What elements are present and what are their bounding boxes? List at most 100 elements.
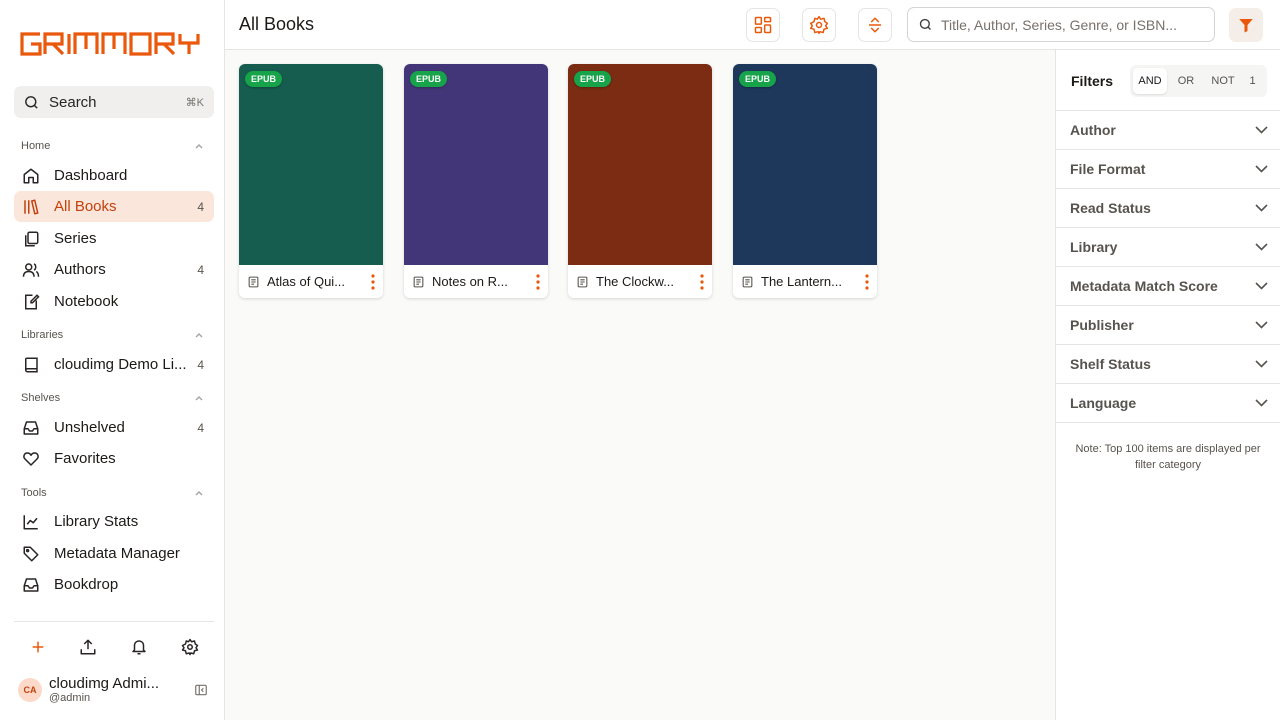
sidebar-item-authors[interactable]: Authors 4 xyxy=(14,254,214,285)
book-card[interactable]: EPUB Notes on R... xyxy=(404,64,548,298)
filter-mode-toggle: AND OR NOT 1 xyxy=(1130,65,1267,97)
filter-library[interactable]: Library xyxy=(1056,228,1280,267)
sidebar-item-unshelved[interactable]: Unshelved 4 xyxy=(14,412,214,443)
sidebar-item-count: 4 xyxy=(197,199,204,214)
more-options-icon[interactable] xyxy=(865,273,869,290)
chevron-down-icon xyxy=(1255,282,1268,290)
sidebar-item-label: Unshelved xyxy=(54,419,125,436)
sidebar-item-dashboard[interactable]: Dashboard xyxy=(14,160,214,191)
collapse-sidebar-icon[interactable] xyxy=(194,683,208,697)
book-cover[interactable]: EPUB xyxy=(568,64,712,265)
sidebar-item-label: Library Stats xyxy=(54,513,139,530)
book-card[interactable]: EPUB The Lantern... xyxy=(733,64,877,298)
filter-mode-and[interactable]: AND xyxy=(1133,68,1167,94)
filters-title: Filters xyxy=(1071,73,1114,89)
user-name: cloudimg Admi... xyxy=(49,675,160,692)
chevron-down-icon xyxy=(1255,126,1268,134)
format-badge: EPUB xyxy=(410,71,448,87)
notifications-button[interactable] xyxy=(127,637,151,657)
section-shelves[interactable]: Shelves xyxy=(21,391,203,405)
book-search-input[interactable] xyxy=(941,16,1201,33)
filters-note: Note: Top 100 items are displayed per fi… xyxy=(1075,443,1261,471)
filter-label: Library xyxy=(1070,239,1118,255)
sidebar-item-favorites[interactable]: Favorites xyxy=(14,443,214,474)
filters-header: Filters AND OR NOT 1 xyxy=(1056,65,1280,97)
topbar: All Books xyxy=(225,0,1280,50)
filter-label: Metadata Match Score xyxy=(1070,278,1218,294)
section-tools[interactable]: Tools xyxy=(21,486,203,500)
filter-mode-or[interactable]: OR xyxy=(1167,68,1205,94)
upload-button[interactable] xyxy=(76,637,100,657)
sidebar-item-bookdrop[interactable]: Bookdrop xyxy=(14,569,214,600)
sidebar-item-library-stats[interactable]: Library Stats xyxy=(14,506,214,537)
chevron-down-icon xyxy=(1255,204,1268,212)
section-home[interactable]: Home xyxy=(21,139,203,153)
settings-button[interactable] xyxy=(178,637,202,657)
section-libraries[interactable]: Libraries xyxy=(21,328,203,342)
gear-icon xyxy=(181,638,199,656)
sidebar-item-series[interactable]: Series xyxy=(14,223,214,254)
sidebar-search[interactable]: Search ⌘K xyxy=(14,86,214,118)
book-search[interactable] xyxy=(907,7,1215,42)
add-button[interactable] xyxy=(26,637,50,657)
book-card[interactable]: EPUB The Clockw... xyxy=(568,64,712,298)
filter-publisher[interactable]: Publisher xyxy=(1056,306,1280,345)
user-profile[interactable]: CA cloudimg Admi... @admin xyxy=(18,676,208,704)
sidebar-item-notebook[interactable]: Notebook xyxy=(14,286,214,317)
section-libraries-label: Libraries xyxy=(21,329,64,341)
app-logo[interactable] xyxy=(20,31,210,57)
chevron-down-icon xyxy=(1255,243,1268,251)
filter-label: File Format xyxy=(1070,161,1146,177)
users-icon xyxy=(22,261,40,279)
display-settings-button[interactable] xyxy=(802,8,836,42)
filters-panel: Filters AND OR NOT 1 Author File Format … xyxy=(1055,50,1280,720)
filter-file-format[interactable]: File Format xyxy=(1056,150,1280,189)
sidebar-item-count: 4 xyxy=(197,262,204,277)
book-title: The Lantern... xyxy=(761,274,842,289)
upload-icon xyxy=(79,638,97,656)
avatar: CA xyxy=(18,678,42,702)
sidebar-item-metadata-manager[interactable]: Metadata Manager xyxy=(14,538,214,569)
format-badge: EPUB xyxy=(574,71,612,87)
search-icon xyxy=(23,94,40,111)
sidebar-item-library[interactable]: cloudimg Demo Li... 4 xyxy=(14,349,214,380)
document-icon xyxy=(247,275,260,289)
view-toggle-button[interactable] xyxy=(746,8,780,42)
book-cover[interactable]: EPUB xyxy=(239,64,383,265)
more-options-icon[interactable] xyxy=(700,273,704,290)
filter-metadata-match-score[interactable]: Metadata Match Score xyxy=(1056,267,1280,306)
book-icon xyxy=(22,356,40,374)
heart-icon xyxy=(22,450,40,468)
chevron-up-icon xyxy=(195,143,203,149)
sort-button[interactable] xyxy=(858,8,892,42)
books-icon xyxy=(22,198,40,216)
book-title: Notes on R... xyxy=(432,274,508,289)
sidebar: Search ⌘K Home Dashboard All Books 4 Ser… xyxy=(0,0,225,720)
filter-author[interactable]: Author xyxy=(1056,111,1280,150)
book-card-footer: The Lantern... xyxy=(733,265,877,298)
book-cover[interactable]: EPUB xyxy=(733,64,877,265)
filter-mode-not[interactable]: NOT xyxy=(1205,68,1241,94)
book-cover[interactable]: EPUB xyxy=(404,64,548,265)
book-card-footer: Atlas of Qui... xyxy=(239,265,383,298)
sidebar-item-label: All Books xyxy=(54,198,117,215)
chevron-down-icon xyxy=(1255,399,1268,407)
section-tools-label: Tools xyxy=(21,487,47,499)
filter-label: Author xyxy=(1070,122,1116,138)
chevron-down-icon xyxy=(1255,321,1268,329)
sidebar-item-label: Notebook xyxy=(54,293,119,310)
filter-label: Publisher xyxy=(1070,317,1134,333)
sidebar-item-count: 4 xyxy=(197,420,204,435)
filter-toggle-button[interactable] xyxy=(1229,8,1263,42)
sidebar-item-label: Favorites xyxy=(54,450,116,467)
more-options-icon[interactable] xyxy=(371,273,375,290)
chevron-up-icon xyxy=(195,490,203,496)
filter-read-status[interactable]: Read Status xyxy=(1056,189,1280,228)
plus-icon xyxy=(30,639,46,655)
more-options-icon[interactable] xyxy=(536,273,540,290)
sidebar-item-all-books[interactable]: All Books 4 xyxy=(14,191,214,222)
filter-language[interactable]: Language xyxy=(1056,384,1280,423)
filter-mode-single[interactable]: 1 xyxy=(1241,68,1264,94)
filter-shelf-status[interactable]: Shelf Status xyxy=(1056,345,1280,384)
book-card[interactable]: EPUB Atlas of Qui... xyxy=(239,64,383,298)
